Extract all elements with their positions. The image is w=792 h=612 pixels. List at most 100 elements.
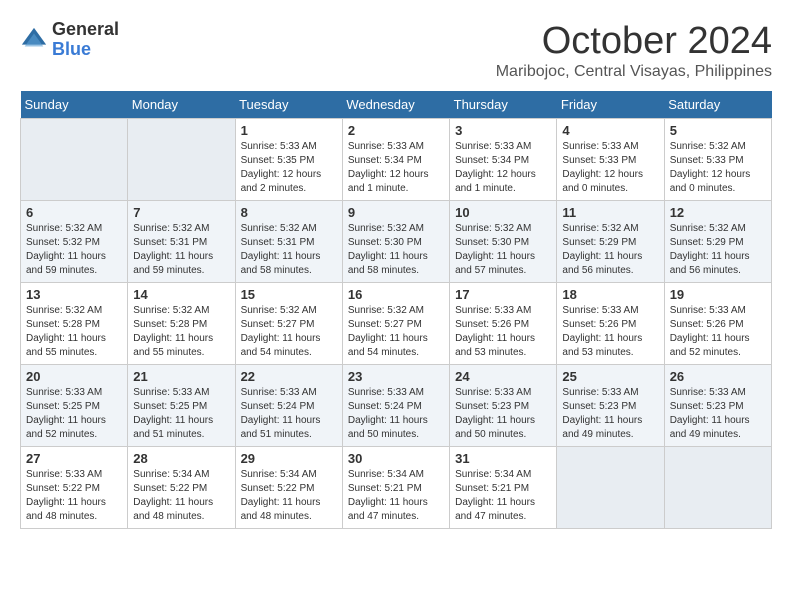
day-info: Sunrise: 5:33 AM Sunset: 5:26 PM Dayligh… [670, 304, 766, 360]
calendar-cell: 22 Sunrise: 5:33 AM Sunset: 5:24 PM Dayli… [235, 365, 342, 447]
day-info: Sunrise: 5:32 AM Sunset: 5:27 PM Dayligh… [348, 304, 444, 360]
day-info: Sunrise: 5:33 AM Sunset: 5:23 PM Dayligh… [562, 386, 658, 442]
day-number: 9 [348, 205, 444, 220]
day-info: Sunrise: 5:34 AM Sunset: 5:21 PM Dayligh… [348, 468, 444, 524]
day-number: 22 [241, 369, 337, 384]
day-number: 26 [670, 369, 766, 384]
calendar-cell: 31 Sunrise: 5:34 AM Sunset: 5:21 PM Dayli… [450, 447, 557, 529]
calendar-cell: 9 Sunrise: 5:32 AM Sunset: 5:30 PM Daylig… [342, 201, 449, 283]
day-number: 14 [133, 287, 229, 302]
day-number: 8 [241, 205, 337, 220]
calendar-cell: 21 Sunrise: 5:33 AM Sunset: 5:25 PM Dayli… [128, 365, 235, 447]
title-block: October 2024 Maribojoc, Central Visayas,… [496, 20, 772, 81]
weekday-header-saturday: Saturday [664, 91, 771, 119]
day-number: 2 [348, 123, 444, 138]
day-info: Sunrise: 5:32 AM Sunset: 5:30 PM Dayligh… [455, 222, 551, 278]
calendar-cell: 19 Sunrise: 5:33 AM Sunset: 5:26 PM Dayli… [664, 283, 771, 365]
calendar-cell: 7 Sunrise: 5:32 AM Sunset: 5:31 PM Daylig… [128, 201, 235, 283]
day-number: 17 [455, 287, 551, 302]
calendar-cell: 1Sunrise: 5:33 AM Sunset: 5:35 PM Daylig… [235, 119, 342, 201]
calendar-cell: 12 Sunrise: 5:32 AM Sunset: 5:29 PM Dayli… [664, 201, 771, 283]
weekday-header-friday: Friday [557, 91, 664, 119]
day-info: Sunrise: 5:32 AM Sunset: 5:30 PM Dayligh… [348, 222, 444, 278]
calendar-cell [21, 119, 128, 201]
weekday-header-tuesday: Tuesday [235, 91, 342, 119]
weekday-header-thursday: Thursday [450, 91, 557, 119]
day-info: Sunrise: 5:33 AM Sunset: 5:26 PM Dayligh… [562, 304, 658, 360]
calendar-cell: 24 Sunrise: 5:33 AM Sunset: 5:23 PM Dayli… [450, 365, 557, 447]
day-number: 5 [670, 123, 766, 138]
logo-text: General Blue [52, 20, 119, 60]
day-number: 20 [26, 369, 122, 384]
day-info: Sunrise: 5:33 AM Sunset: 5:22 PM Dayligh… [26, 468, 122, 524]
day-info: Sunrise: 5:33 AM Sunset: 5:23 PM Dayligh… [670, 386, 766, 442]
month-title: October 2024 [496, 20, 772, 63]
day-info: Sunrise: 5:32 AM Sunset: 5:33 PM Dayligh… [670, 140, 766, 196]
day-number: 24 [455, 369, 551, 384]
day-number: 23 [348, 369, 444, 384]
logo-icon [20, 26, 48, 54]
day-info: Sunrise: 5:33 AM Sunset: 5:25 PM Dayligh… [133, 386, 229, 442]
day-number: 12 [670, 205, 766, 220]
day-number: 27 [26, 451, 122, 466]
day-info: Sunrise: 5:34 AM Sunset: 5:21 PM Dayligh… [455, 468, 551, 524]
calendar-cell: 6 Sunrise: 5:32 AM Sunset: 5:32 PM Daylig… [21, 201, 128, 283]
day-info: Sunrise: 5:33 AM Sunset: 5:26 PM Dayligh… [455, 304, 551, 360]
calendar-cell: 20Sunrise: 5:33 AM Sunset: 5:25 PM Dayli… [21, 365, 128, 447]
day-number: 19 [670, 287, 766, 302]
logo: General Blue [20, 20, 119, 60]
logo-general-text: General [52, 20, 119, 40]
calendar-cell: 10Sunrise: 5:32 AM Sunset: 5:30 PM Dayli… [450, 201, 557, 283]
calendar-cell: 3Sunrise: 5:33 AM Sunset: 5:34 PM Daylig… [450, 119, 557, 201]
day-info: Sunrise: 5:32 AM Sunset: 5:31 PM Dayligh… [241, 222, 337, 278]
calendar-table: SundayMondayTuesdayWednesdayThursdayFrid… [20, 91, 772, 529]
day-number: 29 [241, 451, 337, 466]
calendar-cell: 13Sunrise: 5:32 AM Sunset: 5:28 PM Dayli… [21, 283, 128, 365]
day-number: 21 [133, 369, 229, 384]
calendar-cell: 30 Sunrise: 5:34 AM Sunset: 5:21 PM Dayli… [342, 447, 449, 529]
day-info: Sunrise: 5:33 AM Sunset: 5:34 PM Dayligh… [348, 140, 444, 196]
day-number: 6 [26, 205, 122, 220]
calendar-cell [664, 447, 771, 529]
calendar-cell: 5 Sunrise: 5:32 AM Sunset: 5:33 PM Daylig… [664, 119, 771, 201]
calendar-week-1: 1Sunrise: 5:33 AM Sunset: 5:35 PM Daylig… [21, 119, 772, 201]
calendar-cell: 11 Sunrise: 5:32 AM Sunset: 5:29 PM Dayli… [557, 201, 664, 283]
weekday-header-sunday: Sunday [21, 91, 128, 119]
calendar-cell: 23 Sunrise: 5:33 AM Sunset: 5:24 PM Dayli… [342, 365, 449, 447]
day-info: Sunrise: 5:32 AM Sunset: 5:27 PM Dayligh… [241, 304, 337, 360]
calendar-week-5: 27 Sunrise: 5:33 AM Sunset: 5:22 PM Dayli… [21, 447, 772, 529]
day-info: Sunrise: 5:33 AM Sunset: 5:23 PM Dayligh… [455, 386, 551, 442]
day-number: 4 [562, 123, 658, 138]
day-info: Sunrise: 5:32 AM Sunset: 5:28 PM Dayligh… [26, 304, 122, 360]
day-number: 28 [133, 451, 229, 466]
day-info: Sunrise: 5:33 AM Sunset: 5:34 PM Dayligh… [455, 140, 551, 196]
calendar-cell: 8 Sunrise: 5:32 AM Sunset: 5:31 PM Daylig… [235, 201, 342, 283]
calendar-week-3: 13Sunrise: 5:32 AM Sunset: 5:28 PM Dayli… [21, 283, 772, 365]
day-info: Sunrise: 5:33 AM Sunset: 5:24 PM Dayligh… [241, 386, 337, 442]
day-number: 31 [455, 451, 551, 466]
day-info: Sunrise: 5:33 AM Sunset: 5:24 PM Dayligh… [348, 386, 444, 442]
day-info: Sunrise: 5:32 AM Sunset: 5:32 PM Dayligh… [26, 222, 122, 278]
calendar-week-2: 6 Sunrise: 5:32 AM Sunset: 5:32 PM Daylig… [21, 201, 772, 283]
day-number: 1 [241, 123, 337, 138]
day-number: 11 [562, 205, 658, 220]
calendar-cell: 4Sunrise: 5:33 AM Sunset: 5:33 PM Daylig… [557, 119, 664, 201]
calendar-cell: 18 Sunrise: 5:33 AM Sunset: 5:26 PM Dayli… [557, 283, 664, 365]
day-info: Sunrise: 5:32 AM Sunset: 5:31 PM Dayligh… [133, 222, 229, 278]
day-number: 7 [133, 205, 229, 220]
page-header: General Blue October 2024 Maribojoc, Cen… [20, 20, 772, 81]
day-info: Sunrise: 5:32 AM Sunset: 5:29 PM Dayligh… [670, 222, 766, 278]
day-info: Sunrise: 5:34 AM Sunset: 5:22 PM Dayligh… [133, 468, 229, 524]
day-info: Sunrise: 5:32 AM Sunset: 5:29 PM Dayligh… [562, 222, 658, 278]
calendar-cell: 2 Sunrise: 5:33 AM Sunset: 5:34 PM Daylig… [342, 119, 449, 201]
day-number: 30 [348, 451, 444, 466]
calendar-cell: 14 Sunrise: 5:32 AM Sunset: 5:28 PM Dayli… [128, 283, 235, 365]
calendar-cell: 27 Sunrise: 5:33 AM Sunset: 5:22 PM Dayli… [21, 447, 128, 529]
calendar-cell: 16 Sunrise: 5:32 AM Sunset: 5:27 PM Dayli… [342, 283, 449, 365]
calendar-cell [128, 119, 235, 201]
day-info: Sunrise: 5:32 AM Sunset: 5:28 PM Dayligh… [133, 304, 229, 360]
day-info: Sunrise: 5:34 AM Sunset: 5:22 PM Dayligh… [241, 468, 337, 524]
day-number: 18 [562, 287, 658, 302]
calendar-cell: 28 Sunrise: 5:34 AM Sunset: 5:22 PM Dayli… [128, 447, 235, 529]
day-number: 16 [348, 287, 444, 302]
